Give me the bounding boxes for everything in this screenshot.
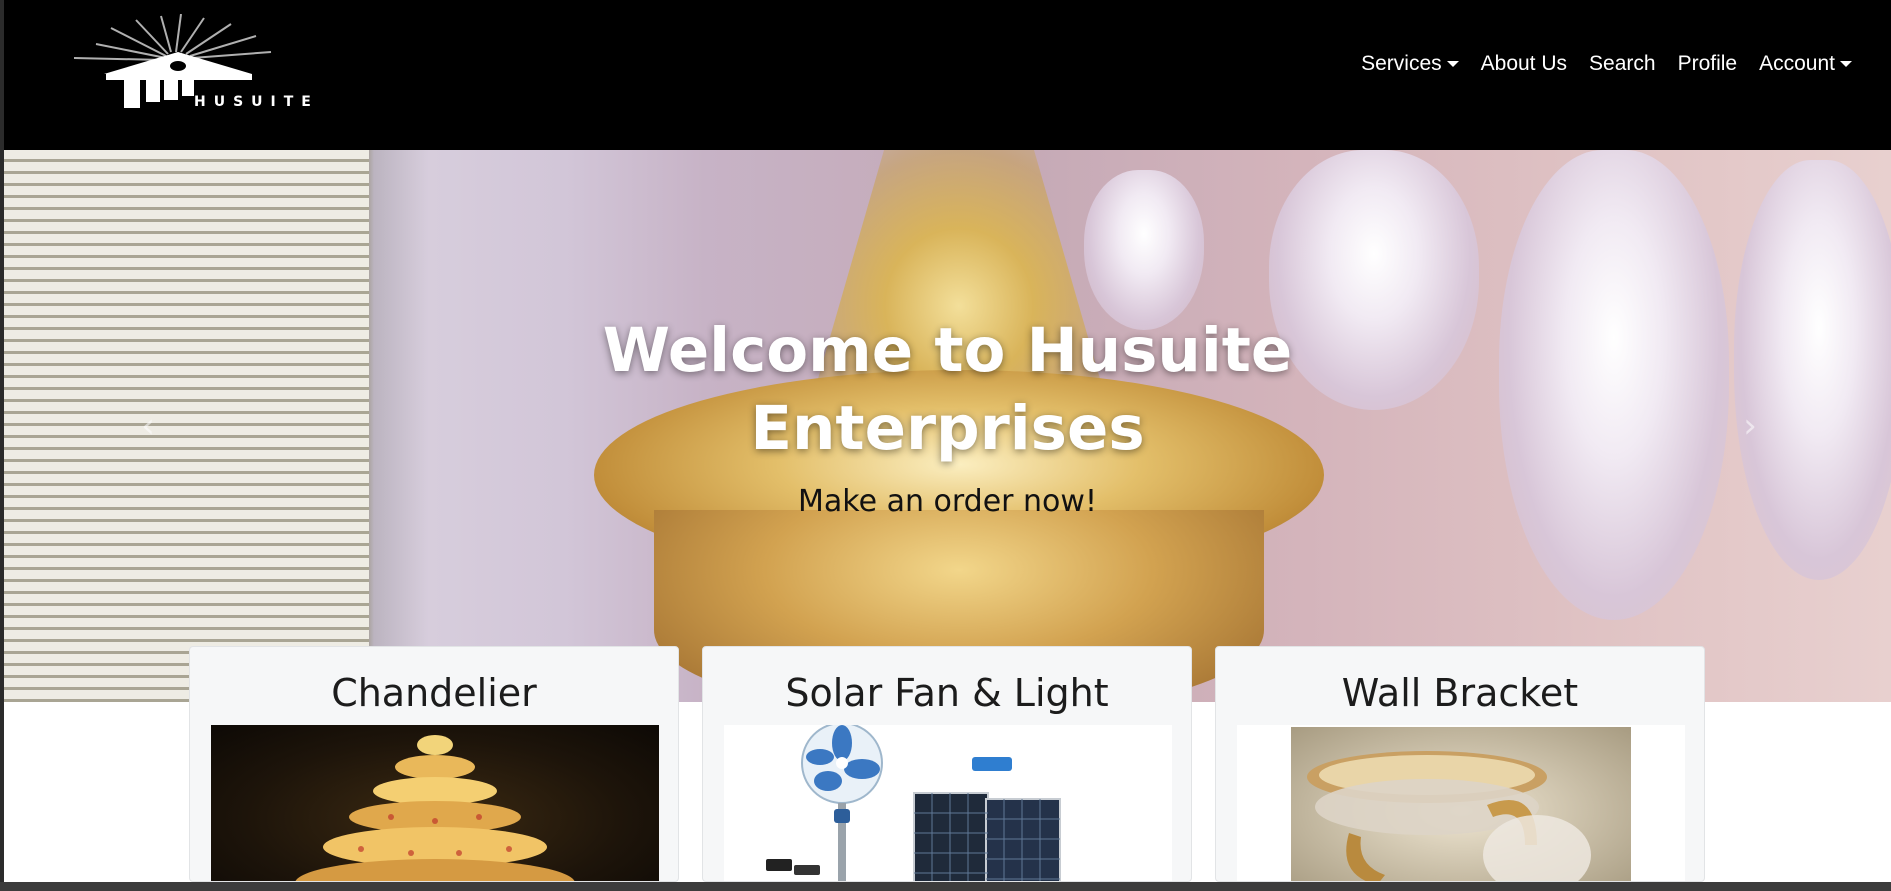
card-title: Wall Bracket: [1341, 671, 1579, 715]
window-bottom-edge: [0, 882, 1891, 891]
category-card-wall-bracket[interactable]: Wall Bracket: [1215, 646, 1705, 882]
caret-down-icon: [1840, 61, 1852, 67]
nav-services-dropdown[interactable]: Services: [1350, 52, 1470, 76]
nav-account-label: Account: [1759, 52, 1835, 75]
hero-title-line2: Enterprises: [750, 393, 1145, 464]
nav-account-dropdown[interactable]: Account: [1748, 52, 1863, 76]
navbar: HUSUITE Services About Us Search Profile…: [4, 0, 1891, 150]
caret-down-icon: [1446, 61, 1459, 67]
hero-title-line1: Welcome to Husuite: [602, 315, 1293, 386]
chandelier-product-image[interactable]: [211, 725, 659, 881]
crystal-chandelier-image: [1084, 170, 1204, 330]
husuite-logo[interactable]: HUSUITE: [56, 14, 366, 114]
chandelier-illustration: [295, 735, 575, 881]
card-title: Chandelier: [331, 671, 537, 715]
nav-profile[interactable]: Profile: [1667, 52, 1749, 76]
nav-search-label: Search: [1589, 52, 1656, 75]
card-title: Solar Fan & Light: [785, 671, 1109, 715]
solar-kit-illustration: [766, 725, 1061, 881]
hero-subtitle: Make an order now!: [798, 484, 1097, 519]
logo-text: HUSUITE: [194, 94, 319, 110]
page: HUSUITE Services About Us Search Profile…: [4, 0, 1891, 882]
solar-product-image[interactable]: [724, 725, 1172, 881]
main-nav: Services About Us Search Profile Account: [1350, 52, 1863, 76]
carousel-caption: Welcome to Husuite Enterprises Make an o…: [4, 312, 1891, 519]
nav-services-label: Services: [1361, 52, 1442, 75]
hero-carousel: ‹ › Welcome to Husuite Enterprises Make …: [4, 150, 1891, 702]
category-card-chandelier[interactable]: Chandelier: [189, 646, 679, 882]
nav-profile-label: Profile: [1677, 52, 1738, 75]
nav-about-us[interactable]: About Us: [1470, 52, 1578, 76]
nav-search[interactable]: Search: [1578, 52, 1667, 76]
wall-bracket-product-image[interactable]: [1237, 725, 1685, 881]
nav-about-label: About Us: [1480, 52, 1568, 75]
category-card-solar[interactable]: Solar Fan & Light: [702, 646, 1192, 882]
wall-bracket-illustration: [1291, 727, 1631, 881]
